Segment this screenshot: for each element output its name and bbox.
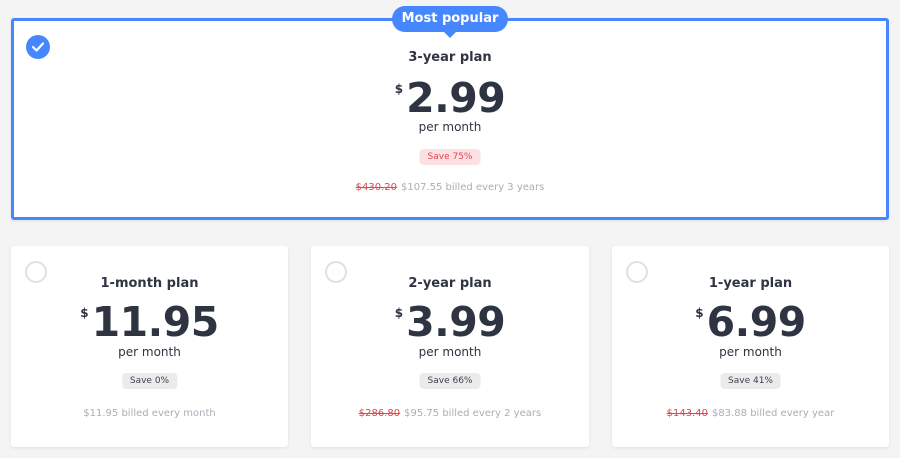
plan-name: 3-year plan (408, 50, 492, 65)
save-badge: Save 75% (419, 149, 481, 165)
price: $ 6.99 (612, 302, 889, 343)
billing-info: $11.95 billed every month (11, 408, 288, 419)
price: $ 2.99 (14, 78, 886, 119)
price: $ 11.95 (11, 302, 288, 343)
currency-symbol: $ (695, 306, 704, 320)
most-popular-badge: Most popular (392, 6, 508, 38)
original-price: $286.80 (358, 408, 401, 419)
price-amount: 2.99 (406, 74, 506, 122)
plan-card-1-year[interactable]: 1-year plan $ 6.99 per month Save 41% $1… (612, 246, 889, 447)
plan-name: 1-month plan (100, 276, 199, 291)
plan-name: 2-year plan (408, 276, 492, 291)
price-period: per month (418, 345, 482, 359)
plan-card-1-month[interactable]: 1-month plan $ 11.95 per month Save 0% $… (11, 246, 288, 447)
billing-text: $11.95 billed every month (83, 408, 216, 419)
plan-card-3-year[interactable]: 3-year plan $ 2.99 per month Save 75% $4… (11, 18, 889, 220)
currency-symbol: $ (394, 306, 404, 320)
price-period: per month (719, 345, 782, 359)
plan-card-2-year[interactable]: 2-year plan $ 3.99 per month Save 66% $2… (311, 246, 589, 447)
price-amount: 11.95 (91, 298, 220, 346)
billing-text: $83.88 billed every year (712, 408, 835, 419)
currency-symbol: $ (80, 306, 89, 320)
price-amount: 3.99 (406, 298, 506, 346)
price-period: per month (418, 120, 482, 134)
price-period: per month (118, 345, 181, 359)
billing-info: $143.40 $83.88 billed every year (612, 408, 889, 419)
save-badge: Save 0% (121, 373, 178, 389)
billing-text: $95.75 billed every 2 years (404, 408, 542, 419)
save-badge: Save 66% (419, 373, 481, 389)
original-price: $143.40 (666, 408, 709, 419)
plan-name: 1-year plan (708, 276, 793, 291)
billing-info: $430.20 $107.55 billed every 3 years (14, 182, 886, 193)
billing-text: $107.55 billed every 3 years (400, 182, 545, 193)
price-amount: 6.99 (706, 298, 807, 346)
currency-symbol: $ (394, 82, 404, 96)
price: $ 3.99 (311, 302, 589, 343)
save-badge: Save 41% (720, 373, 781, 389)
original-price: $430.20 (355, 182, 397, 193)
billing-info: $286.80 $95.75 billed every 2 years (311, 408, 589, 419)
